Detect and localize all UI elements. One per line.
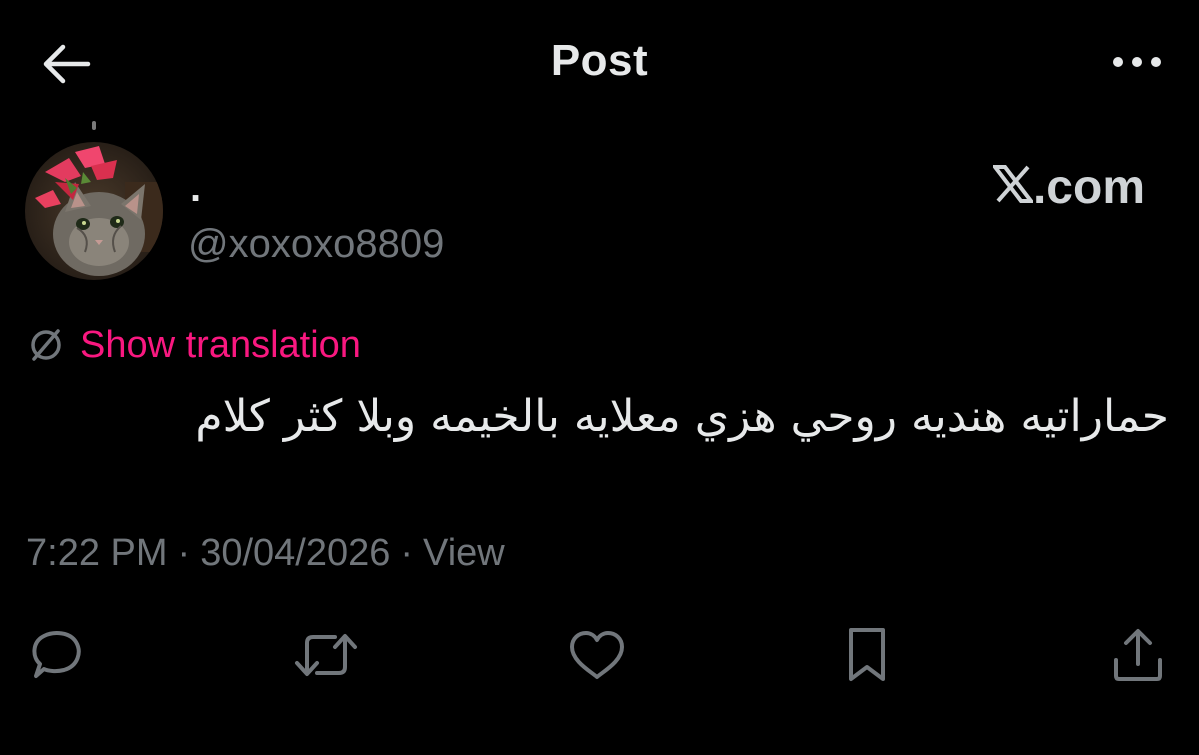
like-button[interactable]	[564, 622, 630, 688]
post-text: حماراتيه هنديه روحي هزي معلايه بالخيمه و…	[195, 391, 1169, 442]
reply-bubble-icon	[32, 631, 81, 678]
translate-globe-icon	[31, 329, 61, 361]
reply-button[interactable]	[23, 622, 89, 688]
repost-arrows-icon	[295, 634, 357, 676]
meta-separator: ·	[400, 532, 414, 574]
meta-separator: ·	[177, 532, 191, 574]
cat-with-pink-flower-avatar	[25, 142, 163, 280]
page-title: Post	[550, 36, 649, 85]
share-upload-icon	[1114, 629, 1162, 681]
post-date: 30/04/2026	[200, 532, 391, 574]
show-translation-label[interactable]: Show translation	[80, 322, 361, 368]
x-logo-icon	[992, 165, 1033, 203]
x-com-watermark: .com	[992, 160, 1145, 216]
author-display-name[interactable]: .	[190, 168, 201, 208]
watermark-domain: .com	[1032, 161, 1145, 214]
post-meta: 7:22 PM · 30/04/2026 · View	[26, 530, 505, 576]
repost-button[interactable]	[293, 622, 359, 688]
share-button[interactable]	[1105, 622, 1171, 688]
post-time: 7:22 PM	[26, 532, 168, 574]
heart-icon	[570, 631, 624, 679]
bookmark-button[interactable]	[834, 622, 900, 688]
post-screen: Post . @xoxoxo8809 .com Show translation…	[0, 0, 1199, 755]
view-link[interactable]: View	[423, 532, 505, 574]
avatar[interactable]	[25, 142, 163, 280]
more-horizontal-icon	[1113, 57, 1161, 67]
show-translation-link[interactable]: Show translation	[26, 322, 361, 368]
bookmark-icon	[849, 628, 885, 681]
author-handle[interactable]: @xoxoxo8809	[188, 220, 444, 268]
thread-line-stub	[92, 121, 96, 130]
more-options-button[interactable]	[1107, 42, 1167, 82]
